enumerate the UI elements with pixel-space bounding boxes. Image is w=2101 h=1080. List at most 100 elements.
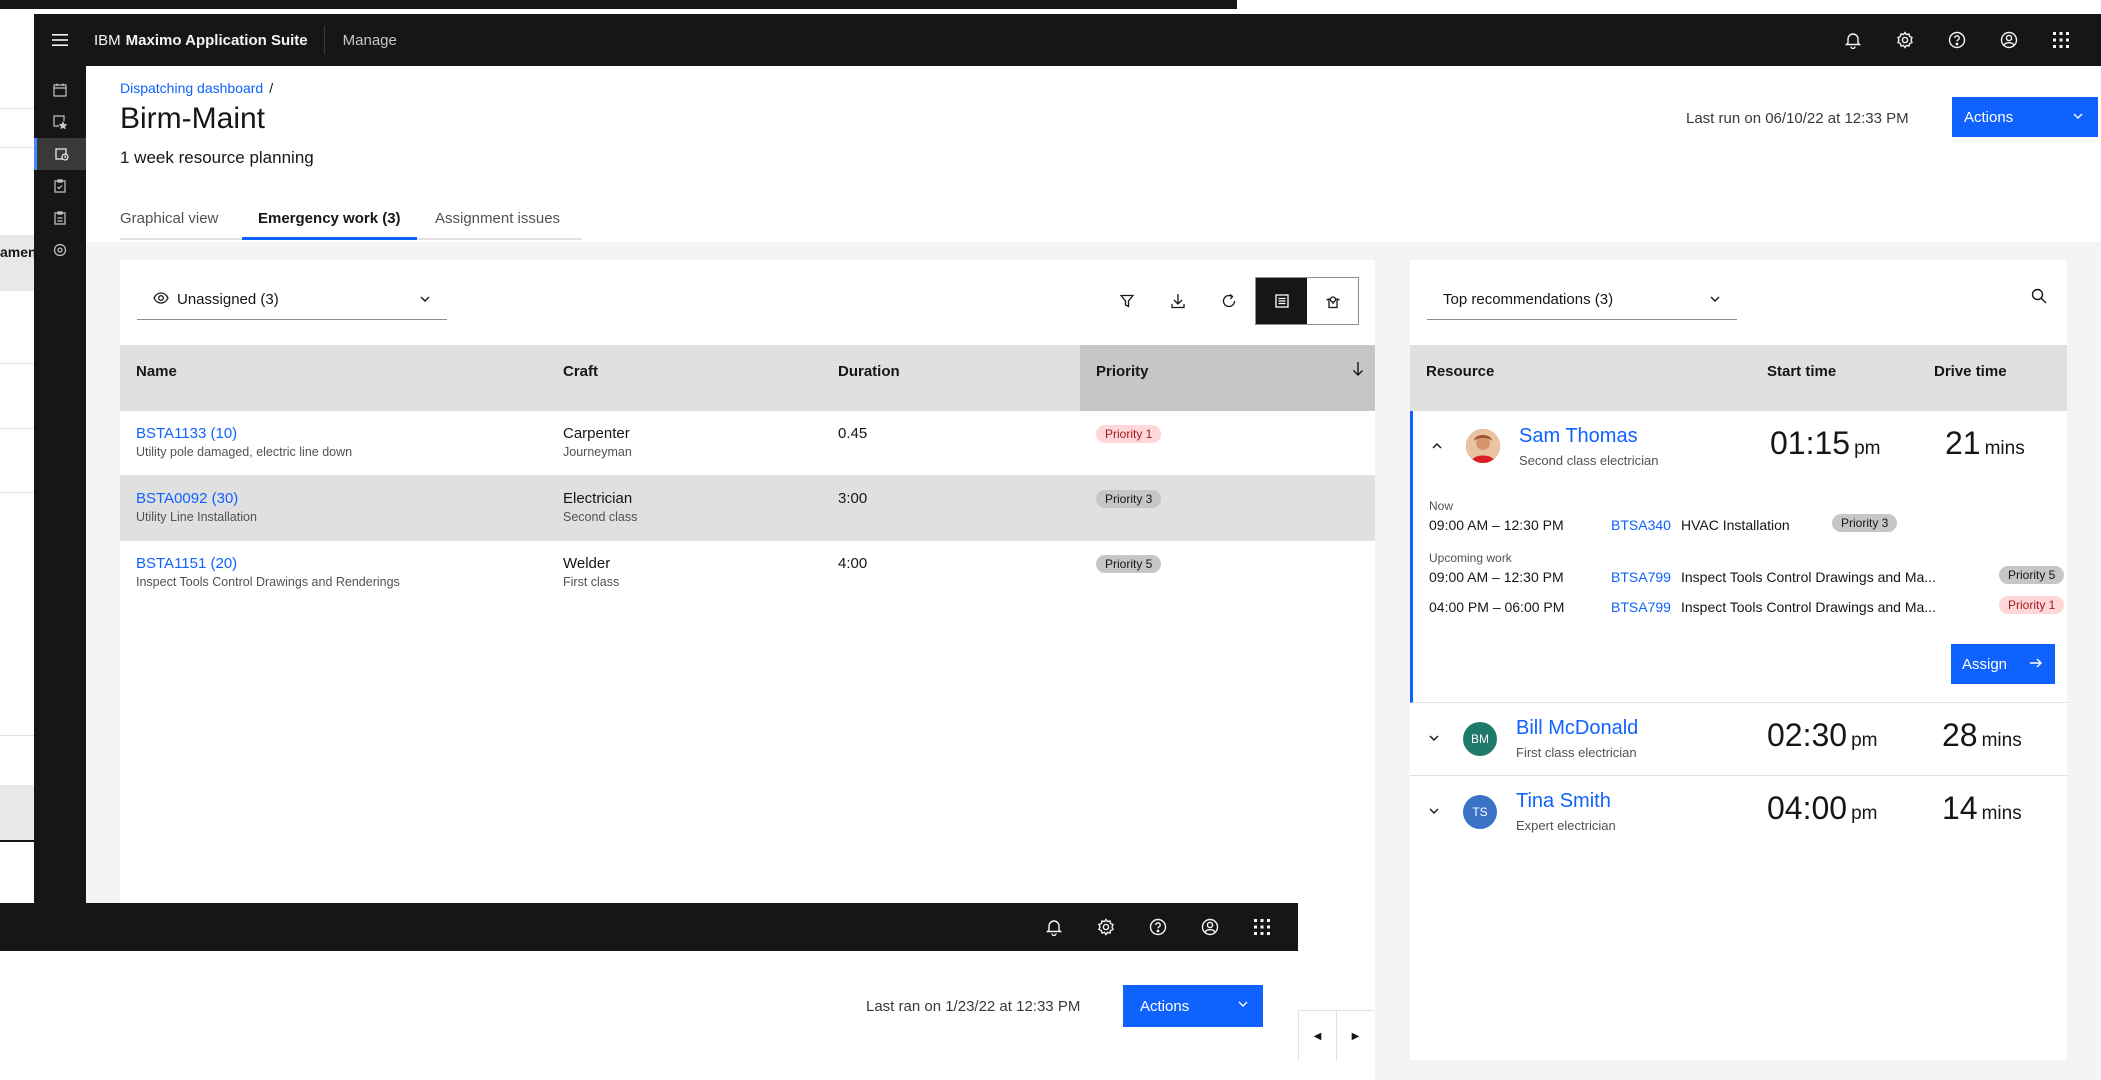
priority-tag: Priority 3 [1832,514,1898,532]
help-icon[interactable] [1132,903,1184,951]
app-switcher-icon[interactable] [1236,903,1288,951]
actions-label: Actions [1140,997,1190,1015]
column-header-priority[interactable]: Priority [1080,345,1375,411]
arrow-right-icon [2029,656,2043,674]
app-switcher-icon[interactable] [2035,14,2087,66]
avatar [1466,429,1500,463]
user-profile-icon[interactable] [1184,903,1236,951]
priority-tag: Priority 3 [1096,490,1162,508]
avatar: TS [1463,795,1497,829]
background-cutoff-text: amen [0,244,34,260]
overlay-header-actions [1028,903,1288,951]
chevron-up-icon[interactable] [1431,439,1443,457]
refresh-icon[interactable] [1203,277,1255,325]
assign-button[interactable]: Assign [1951,644,2055,684]
actions-button[interactable]: Actions [1123,985,1263,1027]
actions-button[interactable]: Actions [1952,97,2098,137]
column-header-drive-time[interactable]: Drive time [1934,345,2067,411]
priority-tag: Priority 1 [1999,596,2065,614]
table-row[interactable]: BSTA0092 (30) Utility Line Installation … [120,476,1375,541]
recommendations-dropdown[interactable]: Top recommendations (3) [1427,280,1737,320]
clipboard-nav-icon[interactable] [34,170,86,202]
work-order-link[interactable]: BSTA1151 (20) [136,555,531,572]
work-description: Utility Line Installation [136,510,257,524]
unassigned-filter-dropdown[interactable]: Unassigned (3) [137,280,447,320]
column-header-resource[interactable]: Resource [1410,345,1767,411]
slot-work-link[interactable]: BTSA799 [1611,599,1671,615]
favorites-nav-icon[interactable] [34,106,86,138]
sort-descending-icon [1351,361,1365,381]
app-brand[interactable]: IBM Maximo Application Suite [86,26,325,54]
background-window-topbar [0,0,1235,9]
hamburger-menu-icon[interactable] [34,14,86,66]
tab-graphical-view[interactable]: Graphical view [120,200,242,240]
side-navigation [34,66,86,912]
table-row[interactable]: BSTA1151 (20) Inspect Tools Control Draw… [120,541,1375,606]
help-icon[interactable] [1931,14,1983,66]
brand-prefix: IBM [94,31,121,49]
priority-tag: Priority 5 [1096,555,1162,573]
column-header-duration[interactable]: Duration [822,345,1080,411]
start-time-suffix: pm [1854,438,1881,459]
craft-level: Second class [563,510,638,524]
drive-time: 14 mins [1942,790,2022,827]
breadcrumb-link[interactable]: Dispatching dashboard [120,80,263,96]
work-order-link[interactable]: BSTA0092 (30) [136,490,531,507]
drive-time-value: 21 [1945,425,1981,461]
slot-work-link[interactable]: BTSA799 [1611,569,1671,585]
caret-left-icon[interactable]: ◀ [1298,1011,1336,1061]
calendar-nav-icon[interactable] [34,74,86,106]
column-header-craft[interactable]: Craft [547,345,822,411]
tab-assignment-issues[interactable]: Assignment issues [417,200,582,240]
slot-time: 09:00 AM – 12:30 PM [1429,517,1564,533]
duration-value: 4:00 [838,555,868,572]
duration-cell: 4:00 [822,541,1080,606]
start-time-suffix: pm [1851,730,1878,751]
assign-label: Assign [1962,655,2008,673]
priority-header-label: Priority [1096,363,1149,380]
overlay-window-topbar [0,903,1298,951]
recommendations-filter-label: Top recommendations (3) [1443,291,1614,308]
notification-bell-icon[interactable] [1827,14,1879,66]
slot-work-link[interactable]: BTSA340 [1611,517,1671,533]
settings-gear-icon[interactable] [1080,903,1132,951]
work-order-link[interactable]: BSTA1133 (10) [136,425,531,442]
resource-card-tina-smith[interactable]: TS Tina Smith Expert electrician 04:00 pm… [1410,776,2067,849]
chevron-down-icon[interactable] [1428,804,1440,822]
resource-name[interactable]: Sam Thomas [1519,425,1638,448]
user-profile-icon[interactable] [1983,14,2035,66]
settings-nav-icon[interactable] [34,234,86,266]
last-ran-text: Last ran on 1/23/22 at 12:33 PM [866,998,1081,1015]
recommendations-panel: Top recommendations (3) Resource Start t… [1410,260,2067,1060]
start-time: 04:00 pm [1767,790,1877,827]
chevron-down-icon[interactable] [1428,731,1440,749]
download-icon[interactable] [1152,277,1204,325]
map-view-icon[interactable] [1307,278,1358,324]
column-header-start-time[interactable]: Start time [1767,345,1934,411]
chevron-down-icon [1709,292,1721,309]
pagination-controls: ◀ ▶ [1298,1010,1374,1061]
resource-name[interactable]: Tina Smith [1516,790,1611,813]
report-nav-icon[interactable] [34,202,86,234]
notification-bell-icon[interactable] [1028,903,1080,951]
craft-cell: Electrician Second class [547,476,822,540]
bg-divider [0,428,34,429]
list-view-icon[interactable] [1256,278,1307,324]
dispatching-nav-icon[interactable] [34,138,86,170]
column-header-name[interactable]: Name [120,345,547,411]
now-label: Now [1429,499,1454,513]
resource-name[interactable]: Bill McDonald [1516,717,1638,740]
schedule-slot: 09:00 AM – 12:30 PM BTSA340 HVAC Install… [1429,514,1898,533]
priority-tag: Priority 5 [1999,566,2065,584]
craft-level: First class [563,575,620,589]
caret-right-icon[interactable]: ▶ [1336,1011,1374,1061]
search-icon[interactable] [2031,288,2047,309]
filter-icon[interactable] [1101,277,1153,325]
resource-card-bill-mcdonald[interactable]: BM Bill McDonald First class electrician… [1410,703,2067,776]
drive-time: 28 mins [1942,717,2022,754]
tab-emergency-work[interactable]: Emergency work (3) [242,200,417,240]
table-row[interactable]: BSTA1133 (10) Utility pole damaged, elec… [120,411,1375,476]
slot-description: HVAC Installation [1681,517,1790,533]
settings-gear-icon[interactable] [1879,14,1931,66]
slot-description: Inspect Tools Control Drawings and Ma... [1681,569,1936,585]
